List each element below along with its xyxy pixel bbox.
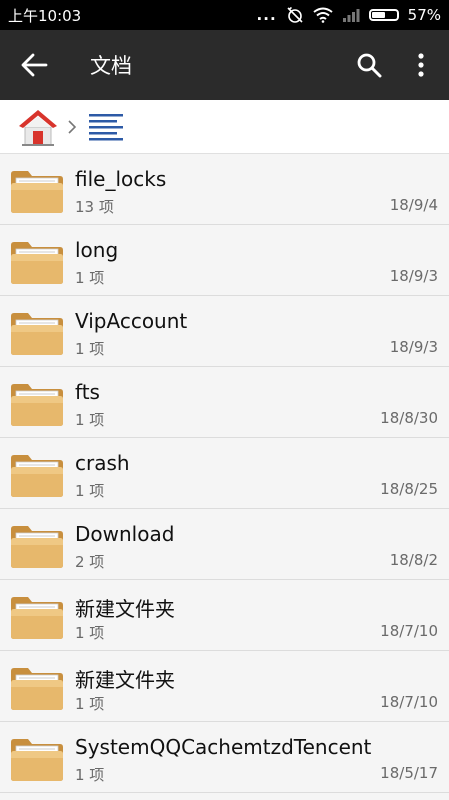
file-name: 新建文件夹	[75, 668, 175, 692]
wifi-icon	[313, 7, 333, 23]
status-icons: ... 57%	[257, 6, 441, 24]
modified-date: 18/9/3	[389, 267, 438, 285]
item-count: 1 项	[75, 411, 105, 429]
modified-date: 18/8/25	[380, 480, 438, 498]
file-name: SystemQQCachemtzdTencent	[75, 735, 372, 759]
item-count: 1 项	[75, 340, 105, 358]
home-icon[interactable]	[17, 106, 59, 148]
item-count: 1 项	[75, 695, 105, 713]
folder-icon	[11, 455, 63, 497]
more-vert-icon[interactable]	[412, 52, 430, 78]
folder-icon	[11, 739, 63, 781]
modified-date: 18/8/2	[389, 551, 438, 569]
alarm-off-icon	[287, 6, 303, 23]
file-name: file_locks	[75, 167, 167, 191]
list-item[interactable]: long 1 项 18/9/3	[0, 225, 449, 296]
page-title: 文档	[90, 54, 132, 78]
file-name: VipAccount	[75, 309, 188, 333]
modified-date: 18/5/17	[380, 764, 438, 782]
battery-icon	[368, 9, 399, 21]
app-toolbar: 文档	[0, 30, 449, 100]
folder-icon	[11, 526, 63, 568]
item-count: 1 项	[75, 766, 105, 784]
breadcrumb	[0, 100, 449, 154]
modified-date: 18/7/10	[380, 622, 438, 640]
chevron-right-icon	[68, 120, 77, 134]
modified-date: 18/7/10	[380, 693, 438, 711]
folder-icon	[11, 242, 63, 284]
list-item[interactable]: 新建文件夹 1 项 18/7/10	[0, 651, 449, 722]
status-dots: ...	[256, 6, 277, 24]
status-time: 上午10:03	[8, 6, 82, 25]
file-name: crash	[75, 451, 130, 475]
file-name: Download	[75, 522, 175, 546]
file-name: long	[75, 238, 119, 262]
folder-icon	[11, 597, 63, 639]
folder-icon	[11, 171, 63, 213]
folder-icon	[11, 384, 63, 426]
modified-date: 18/8/30	[380, 409, 438, 427]
file-name: fts	[75, 380, 100, 404]
signal-icon	[342, 9, 360, 22]
list-item[interactable]: crash 1 项 18/8/25	[0, 438, 449, 509]
battery-percent: 57%	[407, 6, 441, 24]
folder-icon	[11, 668, 63, 710]
arrow-left-icon[interactable]	[20, 52, 48, 78]
item-count: 1 项	[75, 269, 105, 287]
file-name: 新建文件夹	[75, 597, 175, 621]
modified-date: 18/9/4	[389, 196, 438, 214]
documents-icon[interactable]	[88, 112, 126, 142]
list-item[interactable]: file_locks 13 项 18/9/4	[0, 154, 449, 225]
item-count: 1 项	[75, 482, 105, 500]
list-item[interactable]: 新建文件夹 1 项 18/7/10	[0, 580, 449, 651]
item-count: 13 项	[75, 198, 114, 216]
item-count: 1 项	[75, 624, 105, 642]
list-item[interactable]: SystemQQCachemtzdTencent 1 项 18/5/17	[0, 722, 449, 793]
status-bar: 上午10:03 ... 57%	[0, 0, 449, 30]
modified-date: 18/9/3	[389, 338, 438, 356]
list-item[interactable]: VipAccount 1 项 18/9/3	[0, 296, 449, 367]
item-count: 2 项	[75, 553, 105, 571]
list-item[interactable]: fts 1 项 18/8/30	[0, 367, 449, 438]
file-list: file_locks 13 项 18/9/4 long 1 项 18/9/3 V…	[0, 154, 449, 793]
search-icon[interactable]	[356, 52, 382, 78]
list-item[interactable]: Download 2 项 18/8/2	[0, 509, 449, 580]
folder-icon	[11, 313, 63, 355]
